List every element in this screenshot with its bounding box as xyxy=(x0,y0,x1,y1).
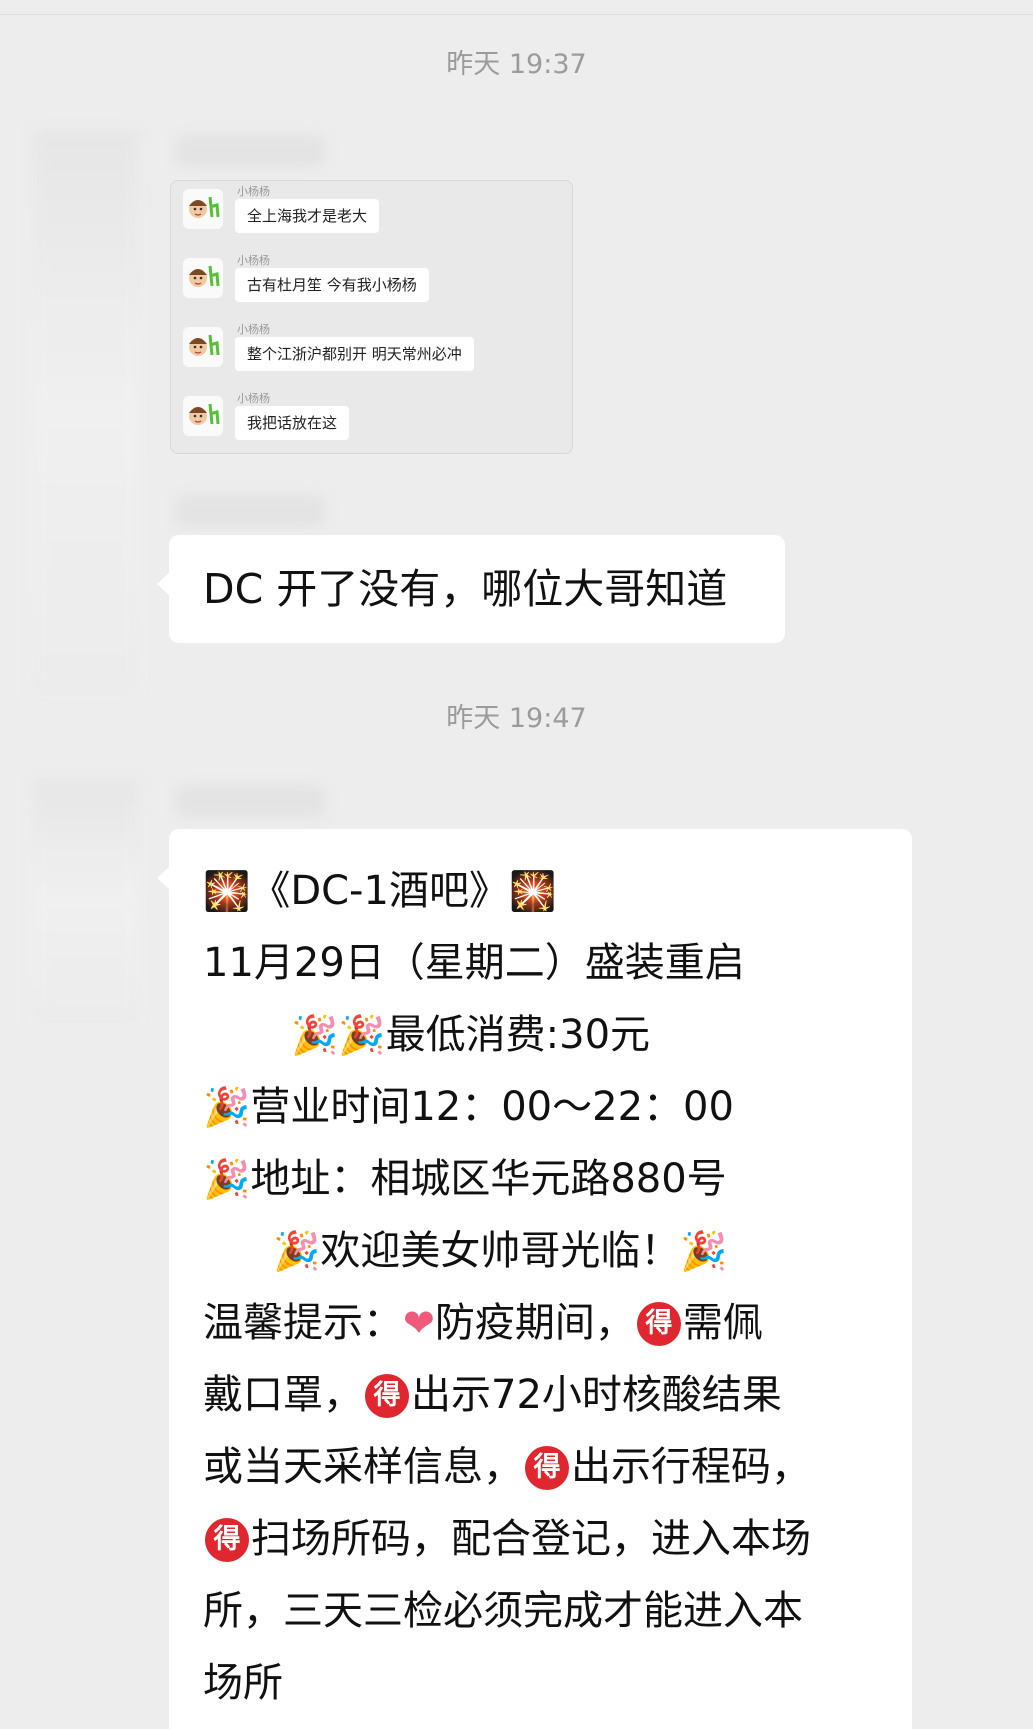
de-badge-icon: 得 xyxy=(525,1446,569,1490)
forwarded-sender: 小杨杨 xyxy=(237,392,270,405)
blurred-avatar-area xyxy=(34,780,138,1020)
bar-name: 《DC-1酒吧》 xyxy=(250,868,509,914)
avatar xyxy=(183,189,223,229)
forwarded-text: 整个江浙沪都别开 明天常州必冲 xyxy=(235,337,474,371)
de-badge-icon: 得 xyxy=(636,1302,681,1346)
party-icon: 🎉 xyxy=(680,1229,728,1273)
notice-text: 需佩 xyxy=(682,1300,763,1346)
notice-line: 场所 xyxy=(203,1660,283,1706)
notice-text: 或当天采样信息， xyxy=(203,1444,523,1490)
notice-line: 或当天采样信息，得出示行程码， xyxy=(203,1431,903,1503)
blurred-sender-name xyxy=(175,495,325,527)
forwarded-message: 小杨杨 全上海我才是老大 xyxy=(183,183,563,247)
hours-text: 营业时间12：00～22：00 xyxy=(250,1084,734,1130)
avatar xyxy=(183,327,223,367)
blurred-avatar-area xyxy=(34,130,138,690)
forwarded-message: 小杨杨 古有杜月笙 今有我小杨杨 xyxy=(183,252,563,316)
fireworks-icon: 🎇 xyxy=(508,869,557,913)
notice-label: 温馨提示： xyxy=(203,1300,403,1346)
notice-line: 温馨提示：❤防疫期间，得需佩 xyxy=(203,1287,903,1359)
de-badge-icon: 得 xyxy=(205,1518,249,1562)
min-spend-text: 最低消费:30元 xyxy=(385,1012,651,1058)
forwarded-sender: 小杨杨 xyxy=(237,254,270,267)
timestamp: 昨天 19:47 xyxy=(446,703,587,734)
fireworks-icon: 🎇 xyxy=(203,869,251,913)
forwarded-message: 小杨杨 我把话放在这 xyxy=(183,390,563,454)
party-icon: 🎉 xyxy=(338,1013,386,1057)
message-bubble[interactable]: DC 开了没有，哪位大哥知道 xyxy=(157,535,785,643)
party-icon: 🎉 xyxy=(273,1229,321,1273)
address-line: 🎉地址：相城区华元路880号 xyxy=(203,1143,903,1215)
announcement-bubble[interactable]: 🎇《DC-1酒吧》🎇 11月29日（星期二）盛装重启 🎉🎉最低消费:30元 🎉营… xyxy=(157,829,912,1729)
timestamp: 昨天 19:37 xyxy=(446,49,587,80)
forwarded-text: 我把话放在这 xyxy=(235,406,350,440)
blurred-sender-name xyxy=(175,135,325,167)
notice-text: 扫场所码，配合登记，进入本场 xyxy=(251,1516,811,1562)
message-text: DC 开了没有，哪位大哥知道 xyxy=(203,565,728,613)
notice-text: 出示72小时核酸结果 xyxy=(411,1372,782,1418)
welcome-line: 🎉欢迎美女帅哥光临！🎉 xyxy=(203,1215,903,1287)
min-spend-line: 🎉🎉最低消费:30元 xyxy=(203,999,903,1071)
party-icon: 🎉 xyxy=(291,1013,339,1057)
hours-line: 🎉营业时间12：00～22：00 xyxy=(203,1071,903,1143)
address-text: 地址：相城区华元路880号 xyxy=(250,1156,727,1202)
forwarded-text: 全上海我才是老大 xyxy=(235,199,380,233)
notice-line: 戴口罩，得出示72小时核酸结果 xyxy=(203,1359,903,1431)
forwarded-text: 古有杜月笙 今有我小杨杨 xyxy=(235,268,429,302)
welcome-text: 欢迎美女帅哥光临！ xyxy=(320,1228,681,1274)
notice-text: 戴口罩， xyxy=(203,1372,363,1418)
party-icon: 🎉 xyxy=(203,1157,251,1201)
forwarded-sender: 小杨杨 xyxy=(237,185,270,198)
heart-icon: ❤ xyxy=(403,1301,435,1345)
avatar xyxy=(183,396,223,436)
notice-text: 出示行程码， xyxy=(571,1444,811,1490)
forwarded-sender: 小杨杨 xyxy=(237,323,270,336)
top-divider xyxy=(0,14,1033,15)
blurred-sender-name xyxy=(175,785,325,817)
forwarded-message: 小杨杨 整个江浙沪都别开 明天常州必冲 xyxy=(183,321,563,385)
reopen-date-line: 11月29日（星期二）盛装重启 xyxy=(203,940,745,986)
announcement-title-line: 🎇《DC-1酒吧》🎇 xyxy=(203,855,903,927)
notice-text: 防疫期间， xyxy=(434,1300,635,1346)
party-icon: 🎉 xyxy=(203,1085,251,1129)
notice-line: 得扫场所码，配合登记，进入本场 xyxy=(203,1503,903,1575)
notice-line: 所，三天三检必须完成才能进入本 xyxy=(203,1588,803,1634)
forwarded-chat-card[interactable]: 小杨杨 全上海我才是老大 小杨杨 古有杜月笙 今有我小杨杨 小杨杨 整个江浙沪都… xyxy=(170,180,573,454)
de-badge-icon: 得 xyxy=(365,1374,409,1418)
avatar xyxy=(183,258,223,298)
